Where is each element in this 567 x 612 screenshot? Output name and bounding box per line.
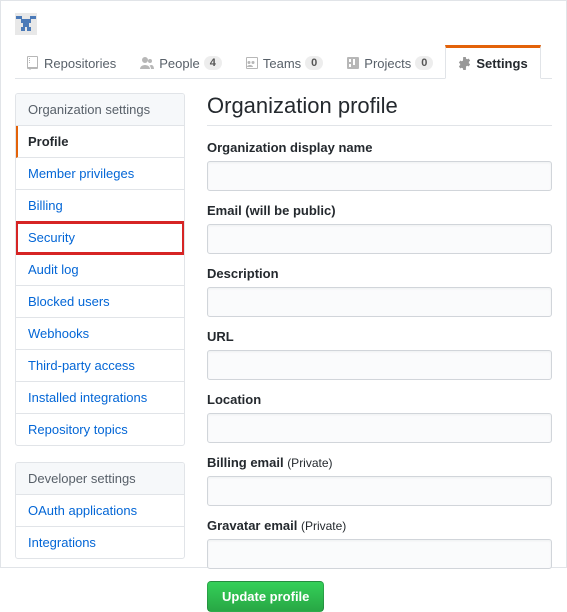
gravatar-email-label: Gravatar email (Private) bbox=[207, 518, 552, 533]
sidebar-item-installed-integrations[interactable]: Installed integrations bbox=[16, 382, 184, 414]
tab-people[interactable]: People 4 bbox=[128, 45, 234, 79]
tab-repositories[interactable]: Repositories bbox=[15, 45, 128, 79]
gear-icon bbox=[458, 57, 471, 70]
update-profile-button[interactable]: Update profile bbox=[207, 581, 324, 612]
tab-projects-label: Projects bbox=[364, 56, 411, 71]
sidebar-item-audit-log[interactable]: Audit log bbox=[16, 254, 184, 286]
sidebar-item-third-party[interactable]: Third-party access bbox=[16, 350, 184, 382]
url-label: URL bbox=[207, 329, 552, 344]
tab-projects-count: 0 bbox=[415, 56, 433, 70]
tab-teams-count: 0 bbox=[305, 56, 323, 70]
sidebar-item-repository-topics[interactable]: Repository topics bbox=[16, 414, 184, 445]
tab-settings-label: Settings bbox=[476, 56, 527, 71]
main-content: Organization profile Organization displa… bbox=[185, 93, 552, 612]
location-label: Location bbox=[207, 392, 552, 407]
org-avatar[interactable] bbox=[15, 13, 37, 35]
tab-repositories-label: Repositories bbox=[44, 56, 116, 71]
sidebar-item-oauth-applications[interactable]: OAuth applications bbox=[16, 495, 184, 527]
tab-projects[interactable]: Projects 0 bbox=[335, 45, 445, 79]
org-settings-menu: Organization settings Profile Member pri… bbox=[15, 93, 185, 446]
gravatar-email-input[interactable] bbox=[207, 539, 552, 569]
sidebar-item-member-privileges[interactable]: Member privileges bbox=[16, 158, 184, 190]
sidebar-item-blocked-users[interactable]: Blocked users bbox=[16, 286, 184, 318]
projects-icon bbox=[347, 57, 359, 69]
sidebar-item-webhooks[interactable]: Webhooks bbox=[16, 318, 184, 350]
email-label: Email (will be public) bbox=[207, 203, 552, 218]
tab-settings[interactable]: Settings bbox=[445, 45, 540, 79]
display-name-input[interactable] bbox=[207, 161, 552, 191]
sidebar-item-profile[interactable]: Profile bbox=[16, 126, 184, 158]
email-input[interactable] bbox=[207, 224, 552, 254]
sidebar-item-security[interactable]: Security bbox=[16, 222, 184, 254]
billing-email-label: Billing email (Private) bbox=[207, 455, 552, 470]
page-title: Organization profile bbox=[207, 93, 552, 126]
sidebar-item-integrations[interactable]: Integrations bbox=[16, 527, 184, 558]
tab-people-label: People bbox=[159, 56, 199, 71]
sidebar: Organization settings Profile Member pri… bbox=[15, 93, 185, 612]
teams-icon bbox=[246, 57, 258, 69]
tab-people-count: 4 bbox=[204, 56, 222, 70]
display-name-label: Organization display name bbox=[207, 140, 552, 155]
developer-settings-header: Developer settings bbox=[16, 463, 184, 495]
location-input[interactable] bbox=[207, 413, 552, 443]
description-input[interactable] bbox=[207, 287, 552, 317]
repo-icon bbox=[27, 56, 39, 70]
billing-email-input[interactable] bbox=[207, 476, 552, 506]
org-tabs: Repositories People 4 Teams 0 Projects 0… bbox=[15, 45, 552, 79]
people-icon bbox=[140, 57, 154, 69]
tab-teams-label: Teams bbox=[263, 56, 301, 71]
sidebar-item-billing[interactable]: Billing bbox=[16, 190, 184, 222]
url-input[interactable] bbox=[207, 350, 552, 380]
tab-teams[interactable]: Teams 0 bbox=[234, 45, 335, 79]
developer-settings-menu: Developer settings OAuth applications In… bbox=[15, 462, 185, 559]
org-settings-header: Organization settings bbox=[16, 94, 184, 126]
description-label: Description bbox=[207, 266, 552, 281]
